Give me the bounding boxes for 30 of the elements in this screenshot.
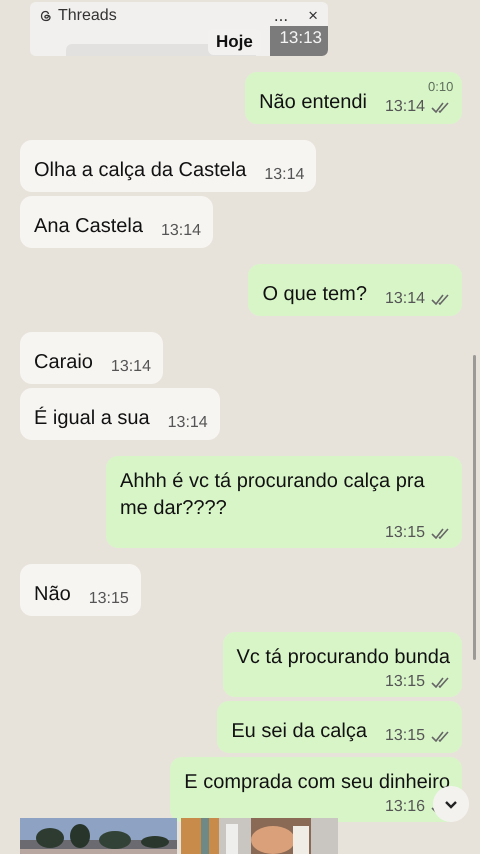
- scrollbar[interactable]: [473, 355, 476, 660]
- app-name: Threads: [58, 7, 118, 25]
- message-text: Caraio: [34, 350, 93, 375]
- message-text: É igual a sua: [34, 406, 150, 431]
- message-text: Olha a calça da Castela: [34, 158, 246, 183]
- message-time: 13:16: [384, 798, 425, 816]
- message-text: Vc tá procurando bunda: [236, 645, 450, 670]
- message-text: O que tem?: [262, 282, 367, 307]
- message-text: Não entendi: [259, 90, 367, 115]
- message-text: Ana Castela: [34, 214, 143, 239]
- threads-icon: [40, 10, 52, 22]
- message-time: 13:14: [110, 358, 151, 376]
- message-time: 13:15: [384, 673, 425, 691]
- message-time: 13:14: [160, 222, 202, 240]
- message-time: 13:14: [168, 414, 208, 432]
- clock-time: 13:13: [279, 28, 322, 48]
- chevron-down-icon: [444, 800, 458, 808]
- message-text: Ahhh é vc tá procurando calça pra me dar????: [120, 469, 426, 521]
- message-time: 13:14: [384, 290, 425, 308]
- message-time: 13:15: [88, 590, 129, 608]
- message-time: 13:14: [384, 98, 425, 116]
- close-button[interactable]: ×: [308, 6, 318, 26]
- message-time: 13:14: [264, 166, 304, 184]
- message-text: Eu sei da calça: [231, 719, 367, 744]
- more-button[interactable]: ...: [274, 6, 288, 26]
- message-text: E comprada com seu dinheiro: [184, 770, 450, 795]
- message-time: 13:15: [384, 727, 425, 745]
- message-time: 13:15: [384, 524, 425, 542]
- video-timer: 0:10: [428, 79, 454, 94]
- message-text: Não: [34, 582, 71, 607]
